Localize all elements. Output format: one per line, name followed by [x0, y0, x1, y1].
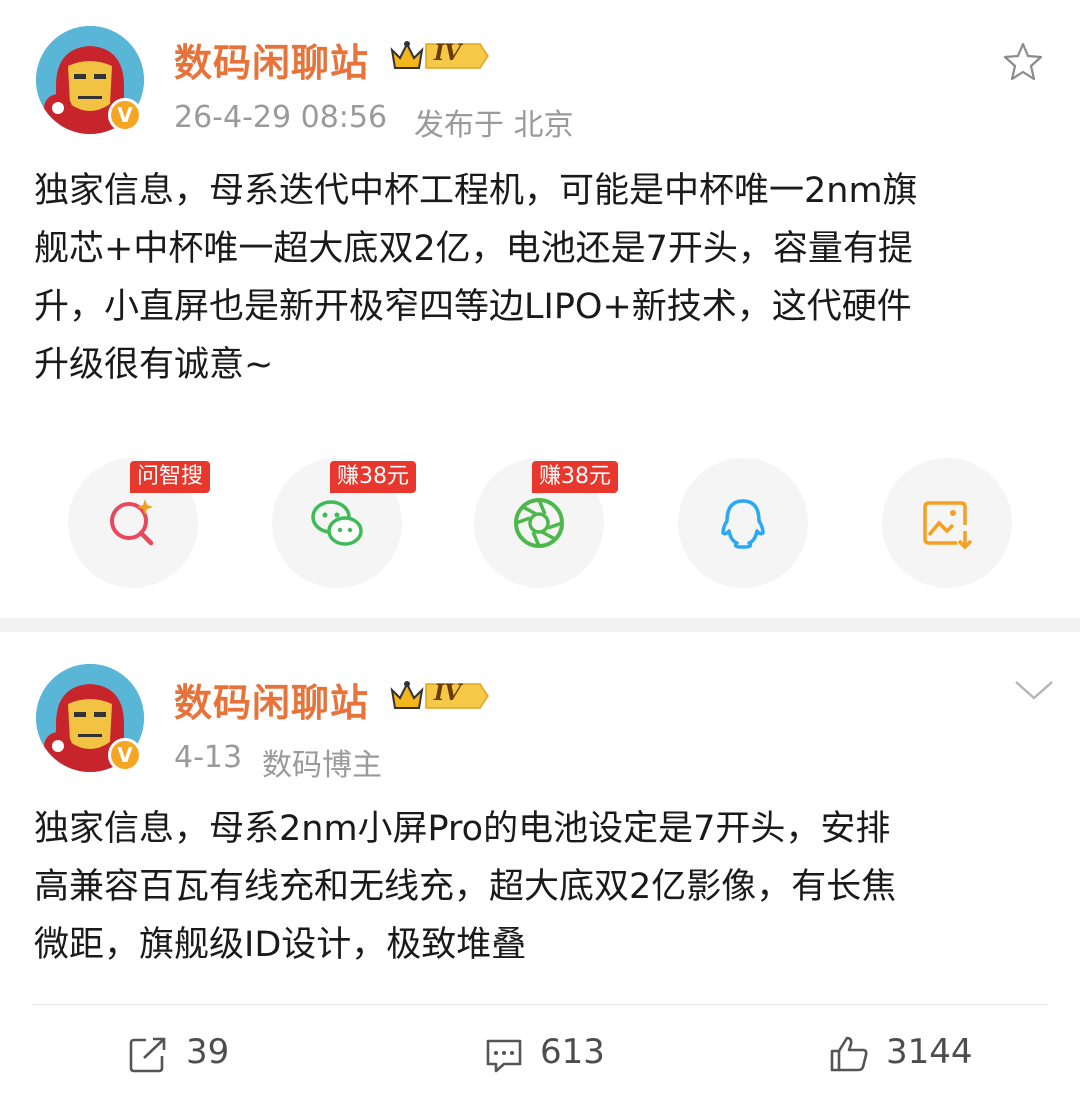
- moments-icon: [514, 498, 564, 548]
- save-image-share-button[interactable]: [882, 458, 1012, 588]
- repost-icon: [129, 1037, 166, 1073]
- post-body-line: 升，小直屏也是新开极窄四等边LIPO+新技术，这代硬件: [34, 287, 912, 327]
- share-tag: 问智搜: [130, 461, 211, 493]
- level-badge: IV: [390, 36, 490, 76]
- level-badge-text: IV: [434, 680, 462, 706]
- author-name[interactable]: 数码闲聊站: [174, 32, 369, 87]
- verified-badge: V: [108, 738, 142, 772]
- like-count: 3144: [886, 1032, 973, 1072]
- comment-count: 613: [540, 1032, 605, 1072]
- chevron-down-icon: [1015, 681, 1053, 700]
- level-badge: IV: [390, 676, 490, 716]
- author-name[interactable]: 数码闲聊站: [174, 672, 369, 727]
- qq-icon: [721, 499, 765, 549]
- comment-button[interactable]: 613: [484, 1030, 654, 1080]
- post-body-line: 独家信息，母系2nm小屏Pro的电池设定是7开头，安排: [34, 809, 891, 849]
- post-date: 4-13: [174, 740, 243, 775]
- post-menu-button[interactable]: [1012, 674, 1056, 704]
- post-body-line: 升级很有诚意~: [34, 345, 274, 385]
- share-tag: 赚38元: [330, 461, 416, 493]
- post-body: 独家信息，母系迭代中杯工程机，可能是中杯唯一2nm旗 舰芯+中杯唯一超大底双2亿…: [34, 162, 918, 394]
- post-body-line: 独家信息，母系迭代中杯工程机，可能是中杯唯一2nm旗: [34, 171, 918, 211]
- level-badge-text: IV: [434, 40, 462, 66]
- verified-badge: V: [108, 98, 142, 132]
- post-timestamp: 26-4-29 08:56: [174, 100, 388, 135]
- action-bar-divider: [32, 1004, 1048, 1005]
- save-image-icon: [923, 501, 973, 550]
- repost-count: 39: [186, 1032, 230, 1072]
- author-role: 数码博主: [262, 748, 382, 783]
- post-location: 发布于 北京: [414, 108, 574, 143]
- like-button[interactable]: 3144: [828, 1030, 998, 1080]
- post-body-line: 高兼容百瓦有线充和无线充，超大底双2亿影像，有长焦: [34, 867, 897, 907]
- star-icon: [1003, 42, 1043, 81]
- thumbs-up-icon: [830, 1036, 868, 1072]
- ai-search-icon: [110, 499, 154, 546]
- section-divider: [0, 618, 1080, 632]
- post-body-line: 舰芯+中杯唯一超大底双2亿，电池还是7开头，容量有提: [34, 229, 913, 269]
- repost-button[interactable]: 39: [128, 1030, 268, 1080]
- post-body: 独家信息，母系2nm小屏Pro的电池设定是7开头，安排 高兼容百瓦有线充和无线充…: [34, 800, 896, 974]
- wechat-icon: [311, 500, 363, 546]
- comment-icon: [486, 1039, 522, 1073]
- share-tag: 赚38元: [532, 461, 618, 493]
- qq-share-button[interactable]: [678, 458, 808, 588]
- favorite-button[interactable]: [1001, 40, 1045, 84]
- post-body-line: 微距，旗舰级ID设计，极致堆叠: [34, 925, 527, 965]
